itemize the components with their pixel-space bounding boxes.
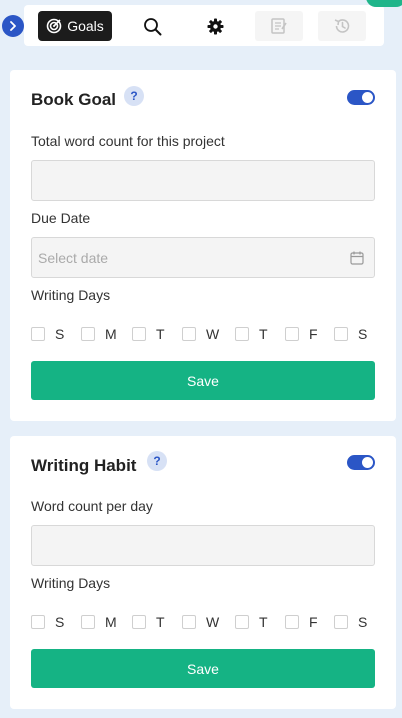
word-count-per-day-input[interactable] [31,525,375,566]
due-date-field[interactable] [31,237,375,278]
writing-habit-toggle[interactable] [347,455,375,470]
checkbox[interactable] [235,615,249,629]
checkbox[interactable] [285,615,299,629]
writing-days-label: Writing Days [31,287,111,303]
history-icon [334,19,350,33]
gear-icon [207,18,223,34]
checkbox[interactable] [182,327,196,341]
due-date-label: Due Date [31,210,91,226]
calendar-icon [350,251,364,265]
day-monday[interactable]: M [81,613,117,631]
day-friday[interactable]: F [285,325,318,343]
writing-habit-save-button[interactable]: Save [31,649,375,688]
book-goal-card: Book Goal ? Total word count for this pr… [10,70,396,421]
day-saturday[interactable]: S [334,613,367,631]
expand-sidebar-button[interactable] [2,15,24,37]
day-tuesday[interactable]: T [132,325,165,343]
book-goal-title: Book Goal [31,90,117,109]
chevron-right-icon [10,21,16,31]
help-icon[interactable]: ? [147,451,167,471]
target-icon [46,18,62,34]
day-wednesday[interactable]: W [182,613,219,631]
day-friday[interactable]: F [285,613,318,631]
checkbox[interactable] [182,615,196,629]
checkbox[interactable] [132,327,146,341]
notes-icon [271,18,287,34]
checkbox[interactable] [235,327,249,341]
book-goal-save-button[interactable]: Save [31,361,375,400]
day-thursday[interactable]: T [235,325,268,343]
history-button[interactable] [318,11,366,41]
checkbox[interactable] [31,327,45,341]
checkbox[interactable] [285,327,299,341]
goals-tab-label: Goals [67,18,104,34]
checkbox[interactable] [334,327,348,341]
day-saturday[interactable]: S [334,325,367,343]
search-icon [143,17,161,35]
day-sunday[interactable]: S [31,325,64,343]
day-sunday[interactable]: S [31,613,64,631]
word-count-label: Total word count for this project [31,133,225,149]
due-date-input[interactable] [32,238,338,277]
writing-habit-card: Writing Habit ? Word count per day Writi… [10,436,396,709]
day-wednesday[interactable]: W [182,325,219,343]
book-goal-toggle[interactable] [347,90,375,105]
day-tuesday[interactable]: T [132,613,165,631]
writing-days-label: Writing Days [31,575,111,591]
goals-tab[interactable]: Goals [38,11,112,41]
word-count-input[interactable] [31,160,375,201]
day-monday[interactable]: M [81,325,117,343]
checkbox[interactable] [81,327,95,341]
checkbox[interactable] [31,615,45,629]
writing-habit-title: Writing Habit [31,456,137,475]
checkbox[interactable] [334,615,348,629]
checkbox[interactable] [132,615,146,629]
help-icon[interactable]: ? [124,86,144,106]
word-count-per-day-label: Word count per day [31,498,153,514]
search-button[interactable] [138,11,166,41]
notes-button[interactable] [255,11,303,41]
checkbox[interactable] [81,615,95,629]
settings-button[interactable] [201,11,229,41]
avatar-peek[interactable] [366,0,402,7]
day-thursday[interactable]: T [235,613,268,631]
